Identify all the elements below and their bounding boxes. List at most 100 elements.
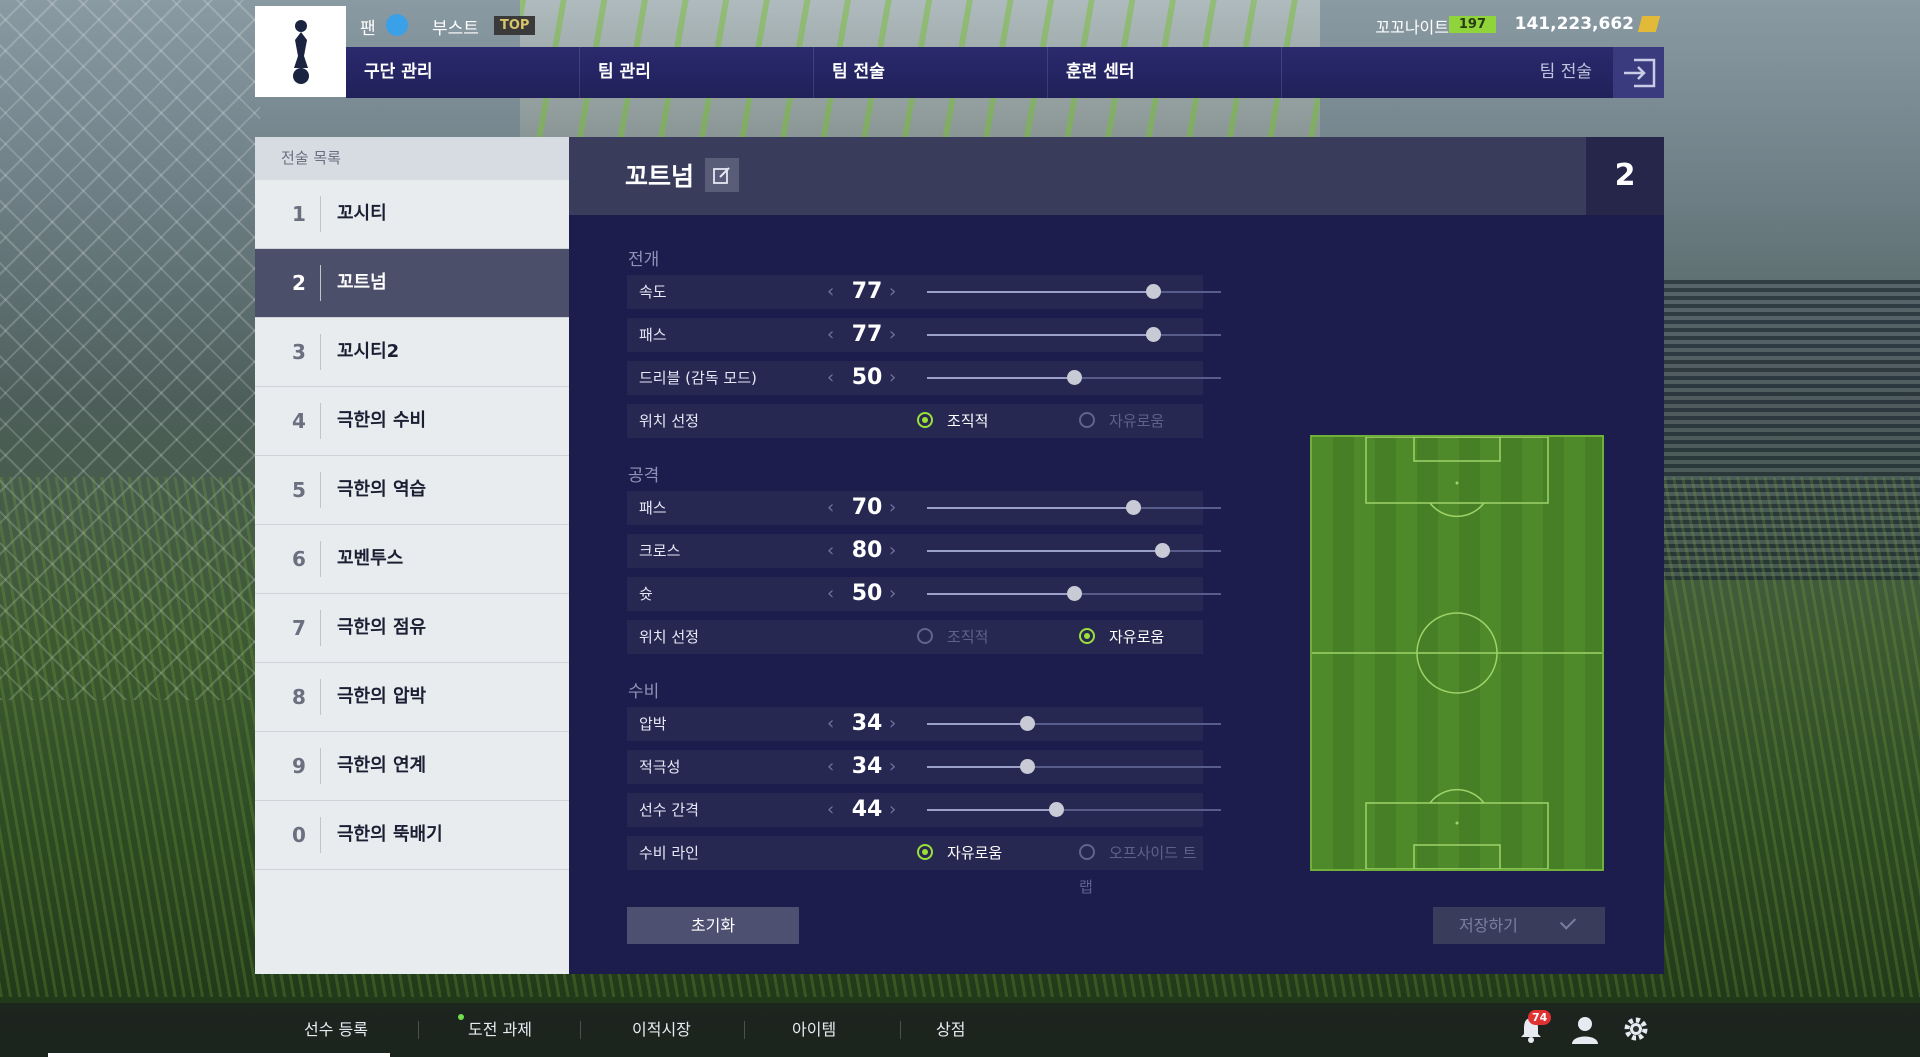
top-badge: TOP — [494, 16, 536, 35]
radio-offside-trap[interactable]: 오프사이드 트랩 — [1079, 836, 1203, 904]
radio-free[interactable]: 자유로움 — [917, 836, 1002, 870]
nav-team-management[interactable]: 팀 관리 — [580, 47, 814, 98]
increase-arrow[interactable]: › — [889, 534, 896, 568]
radio-organized[interactable]: 조직적 — [917, 620, 988, 654]
menu-items[interactable]: 아이템 — [792, 1003, 836, 1057]
decrease-arrow[interactable]: ‹ — [827, 577, 834, 611]
tactic-item[interactable]: 4 극한의 수비 — [255, 387, 569, 456]
nav-team-tactics[interactable]: 팀 전술 — [814, 47, 1048, 98]
exit-button[interactable] — [1613, 47, 1664, 98]
increase-arrow[interactable]: › — [889, 275, 896, 309]
slider-track[interactable] — [927, 370, 1221, 385]
menu-divider — [900, 1021, 901, 1039]
slider-knob[interactable] — [1146, 284, 1162, 299]
menu-player-registration[interactable]: 선수 등록 — [304, 1003, 368, 1057]
tactic-number: 1 — [281, 180, 321, 248]
slider-knob[interactable] — [1067, 370, 1082, 385]
increase-arrow[interactable]: › — [889, 361, 896, 395]
slider-knob[interactable] — [1146, 327, 1162, 342]
coin-balance: 141,223,662 — [1514, 14, 1634, 34]
slider-track[interactable] — [927, 759, 1221, 774]
increase-arrow[interactable]: › — [889, 793, 896, 827]
section-buildup-title: 전개 — [628, 250, 660, 270]
slider-track[interactable] — [927, 802, 1221, 817]
slider-row-buildup-passing: 패스 ‹ 77 › — [627, 318, 1221, 352]
slider-knob[interactable] — [1019, 759, 1035, 774]
decrease-arrow[interactable]: ‹ — [827, 534, 834, 568]
tactic-detail-panel: 꼬트넘 2 전개 속도 ‹ 77 › 패스 ‹ 77 › 드리블 (감독 모드)… — [569, 137, 1664, 974]
radio-free[interactable]: 자유로움 — [1079, 404, 1164, 438]
increase-arrow[interactable]: › — [889, 577, 896, 611]
tactic-item[interactable]: 3 꼬시티2 — [255, 318, 569, 387]
gear-icon[interactable] — [1621, 1014, 1651, 1044]
nav-training-center[interactable]: 훈련 센터 — [1048, 47, 1282, 98]
current-page-label: 팀 전술 — [1539, 62, 1592, 82]
menu-transfer-market[interactable]: 이적시장 — [632, 1003, 691, 1057]
tactic-item[interactable]: 7 극한의 점유 — [255, 594, 569, 663]
section-attack-title: 공격 — [628, 466, 660, 486]
nav-club-management[interactable]: 구단 관리 — [346, 47, 580, 98]
tactic-slot-number: 2 — [1586, 137, 1664, 215]
increase-arrow[interactable]: › — [889, 750, 896, 784]
edit-icon — [713, 167, 730, 184]
menu-challenges[interactable]: 도전 과제 — [468, 1003, 532, 1057]
slider-track[interactable] — [927, 327, 1221, 342]
slider-track[interactable] — [927, 586, 1221, 601]
tactic-name: 극한의 압박 — [337, 686, 427, 707]
tactic-item[interactable]: 1 꼬시티 — [255, 180, 569, 249]
tactics-list-title: 전술 목록 — [255, 137, 569, 180]
edit-name-button[interactable] — [705, 158, 739, 192]
radio-row-label: 수비 라인 — [639, 844, 699, 862]
radio-row-label: 위치 선정 — [639, 628, 699, 646]
slider-knob[interactable] — [1155, 543, 1171, 558]
tactic-item[interactable]: 6 꼬벤투스 — [255, 525, 569, 594]
slider-knob[interactable] — [1049, 802, 1065, 817]
radio-organized[interactable]: 조직적 — [917, 404, 988, 438]
slider-value: 80 — [851, 538, 883, 563]
slider-knob[interactable] — [1019, 716, 1035, 731]
save-button[interactable]: 저장하기 — [1433, 907, 1605, 944]
user-icon[interactable] — [1570, 1014, 1600, 1044]
increase-arrow[interactable]: › — [889, 707, 896, 741]
tactic-item[interactable]: 0 극한의 뚝배기 — [255, 801, 569, 870]
tactic-item[interactable]: 8 극한의 압박 — [255, 663, 569, 732]
boost-label[interactable]: 부스트 — [432, 14, 479, 39]
tactic-name: 극한의 연계 — [337, 755, 427, 776]
increase-arrow[interactable]: › — [889, 318, 896, 352]
smile-icon[interactable] — [386, 14, 408, 36]
slider-knob[interactable] — [1125, 500, 1141, 515]
slider-track[interactable] — [927, 500, 1221, 515]
decrease-arrow[interactable]: ‹ — [827, 275, 834, 309]
slider-row-defence-width: 선수 간격 ‹ 44 › — [627, 793, 1221, 827]
save-button-label: 저장하기 — [1459, 916, 1518, 935]
pitch-markings-icon — [1312, 437, 1602, 869]
slider-label: 크로스 — [639, 542, 681, 560]
decrease-arrow[interactable]: ‹ — [827, 750, 834, 784]
tactic-item-selected[interactable]: 2 꼬트넘 — [255, 249, 569, 318]
slider-value: 44 — [851, 797, 883, 822]
slider-track[interactable] — [927, 716, 1221, 731]
radio-free[interactable]: 자유로움 — [1079, 620, 1164, 654]
slider-value: 34 — [851, 754, 883, 779]
decrease-arrow[interactable]: ‹ — [827, 793, 834, 827]
slider-row-defence-aggression: 적극성 ‹ 34 › — [627, 750, 1221, 784]
slider-row-attack-shooting: 슛 ‹ 50 › — [627, 577, 1221, 611]
fan-label: 팬 — [360, 19, 376, 39]
exit-icon — [1623, 58, 1655, 87]
reset-button[interactable]: 초기화 — [627, 907, 799, 944]
increase-arrow[interactable]: › — [889, 491, 896, 525]
slider-track[interactable] — [927, 543, 1221, 558]
menu-shop[interactable]: 상점 — [936, 1003, 965, 1057]
decrease-arrow[interactable]: ‹ — [827, 491, 834, 525]
tactic-name: 꼬트넘 — [337, 272, 387, 293]
section-defence-title: 수비 — [628, 682, 660, 702]
decrease-arrow[interactable]: ‹ — [827, 361, 834, 395]
tactic-item[interactable]: 9 극한의 연계 — [255, 732, 569, 801]
slider-knob[interactable] — [1067, 586, 1082, 601]
decrease-arrow[interactable]: ‹ — [827, 318, 834, 352]
slider-row-buildup-speed: 속도 ‹ 77 › — [627, 275, 1221, 309]
decrease-arrow[interactable]: ‹ — [827, 707, 834, 741]
tactic-number: 3 — [281, 318, 321, 386]
slider-track[interactable] — [927, 284, 1221, 299]
tactic-item[interactable]: 5 극한의 역습 — [255, 456, 569, 525]
